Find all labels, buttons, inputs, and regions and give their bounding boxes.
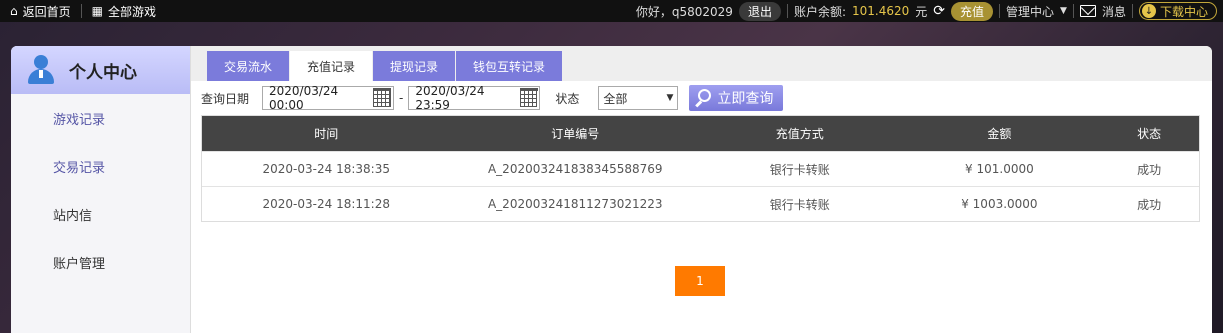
cell-order: A_202003241811273021223 bbox=[487, 197, 663, 211]
sidebar-item-account[interactable]: 账户管理 bbox=[11, 238, 190, 286]
date-separator: - bbox=[399, 91, 404, 105]
download-icon: ↓ bbox=[1141, 4, 1156, 18]
top-bar: ⌂ 返回首页 ▦ 全部游戏 你好，q5802029 退出 账户余额: 101.4… bbox=[0, 0, 1223, 22]
tab-withdraw-records[interactable]: 提现记录 bbox=[373, 51, 456, 81]
mail-icon[interactable] bbox=[1079, 5, 1096, 17]
refresh-icon[interactable]: ⟳ bbox=[933, 3, 945, 19]
column-header-method: 充值方式 bbox=[775, 127, 824, 141]
records-table: 时间 订单编号 充值方式 金额 状态 2020-03-24 18:38:35 A… bbox=[201, 115, 1200, 222]
chevron-down-icon[interactable]: ▼ bbox=[1060, 6, 1067, 16]
status-select[interactable]: 全部 ▼ bbox=[598, 86, 679, 110]
download-label: 下载中心 bbox=[1159, 4, 1208, 19]
home-link[interactable]: ⌂ 返回首页 bbox=[0, 0, 81, 22]
table-header: 时间 订单编号 充值方式 金额 状态 bbox=[202, 116, 1199, 151]
tab-recharge-records[interactable]: 充值记录 bbox=[290, 51, 373, 81]
chevron-down-icon: ▼ bbox=[666, 93, 674, 103]
date-label: 查询日期 bbox=[201, 91, 250, 106]
message-link[interactable]: 消息 bbox=[1102, 3, 1126, 20]
sidebar-title: 个人中心 bbox=[69, 62, 137, 83]
manage-center-menu[interactable]: 管理中心 bbox=[1006, 3, 1054, 20]
query-label: 立即查询 bbox=[717, 91, 774, 107]
divider bbox=[786, 4, 788, 18]
divider bbox=[1131, 4, 1133, 18]
calendar-icon[interactable] bbox=[519, 87, 538, 107]
end-date-input[interactable]: 2020/03/24 23:59 bbox=[408, 84, 541, 112]
status-label: 状态 bbox=[555, 91, 580, 106]
sidebar-item-transaction-records[interactable]: 交易记录 bbox=[11, 142, 190, 190]
sidebar-item-game-records[interactable]: 游戏记录 bbox=[11, 94, 190, 142]
all-games-link[interactable]: ▦ 全部游戏 bbox=[82, 0, 166, 22]
divider bbox=[999, 4, 1001, 18]
column-header-order: 订单编号 bbox=[551, 127, 600, 141]
cell-amount: ¥ 101.0000 bbox=[965, 162, 1034, 176]
grid-icon: ▦ bbox=[91, 4, 103, 18]
table-row: 2020-03-24 18:11:28 A_202003241811273021… bbox=[202, 186, 1199, 221]
home-icon: ⌂ bbox=[10, 4, 18, 18]
column-header-amount: 金额 bbox=[987, 127, 1012, 141]
start-date-input[interactable]: 2020/03/24 00:00 bbox=[262, 84, 395, 112]
table-row: 2020-03-24 18:38:35 A_202003241838345588… bbox=[202, 151, 1199, 186]
greeting-text: 你好，q5802029 bbox=[635, 4, 733, 19]
recharge-button[interactable]: 充值 bbox=[951, 1, 994, 21]
balance-value: 101.4620 bbox=[852, 4, 910, 18]
download-center-button[interactable]: ↓ 下载中心 bbox=[1138, 2, 1217, 20]
cell-time: 2020-03-24 18:38:35 bbox=[262, 162, 390, 176]
query-button[interactable]: 立即查询 bbox=[689, 85, 784, 111]
sidebar-header: 个人中心 bbox=[11, 46, 190, 94]
page-button-1[interactable]: 1 bbox=[675, 266, 725, 296]
cell-status: 成功 bbox=[1137, 197, 1162, 212]
calendar-icon[interactable] bbox=[373, 87, 392, 107]
cell-time: 2020-03-24 18:11:28 bbox=[262, 197, 390, 211]
main-panel: 个人中心 游戏记录 交易记录 站内信 账户管理 交易流水 充值记录 提现记录 钱… bbox=[11, 46, 1212, 333]
cell-method: 银行卡转账 bbox=[769, 162, 830, 177]
user-icon bbox=[27, 55, 55, 85]
home-label: 返回首页 bbox=[22, 4, 71, 19]
end-date-value: 2020/03/24 23:59 bbox=[415, 84, 485, 112]
content-area: 交易流水 充值记录 提现记录 钱包互转记录 查询日期 2020/03/24 00… bbox=[191, 46, 1212, 333]
search-icon bbox=[693, 89, 712, 108]
cell-status: 成功 bbox=[1137, 162, 1162, 177]
cell-amount: ¥ 1003.0000 bbox=[961, 197, 1038, 211]
sidebar: 个人中心 游戏记录 交易记录 站内信 账户管理 bbox=[11, 46, 191, 333]
divider bbox=[1072, 4, 1074, 18]
tab-wallet-transfer[interactable]: 钱包互转记录 bbox=[456, 51, 563, 81]
column-header-time: 时间 bbox=[314, 127, 339, 141]
logout-button[interactable]: 退出 bbox=[738, 1, 781, 21]
all-games-label: 全部游戏 bbox=[107, 4, 156, 19]
balance-label: 账户余额: bbox=[793, 4, 846, 19]
cell-order: A_202003241838345588769 bbox=[487, 162, 663, 176]
status-value: 全部 bbox=[603, 91, 628, 106]
filter-bar: 查询日期 2020/03/24 00:00 - 2020/03/24 23:59… bbox=[191, 81, 1212, 115]
column-header-status: 状态 bbox=[1137, 127, 1162, 141]
cell-method: 银行卡转账 bbox=[769, 197, 830, 212]
tab-transactions[interactable]: 交易流水 bbox=[207, 51, 290, 81]
start-date-value: 2020/03/24 00:00 bbox=[269, 84, 339, 112]
balance-unit: 元 bbox=[915, 4, 928, 19]
tab-bar: 交易流水 充值记录 提现记录 钱包互转记录 bbox=[191, 46, 1212, 81]
sidebar-item-inbox[interactable]: 站内信 bbox=[11, 190, 190, 238]
